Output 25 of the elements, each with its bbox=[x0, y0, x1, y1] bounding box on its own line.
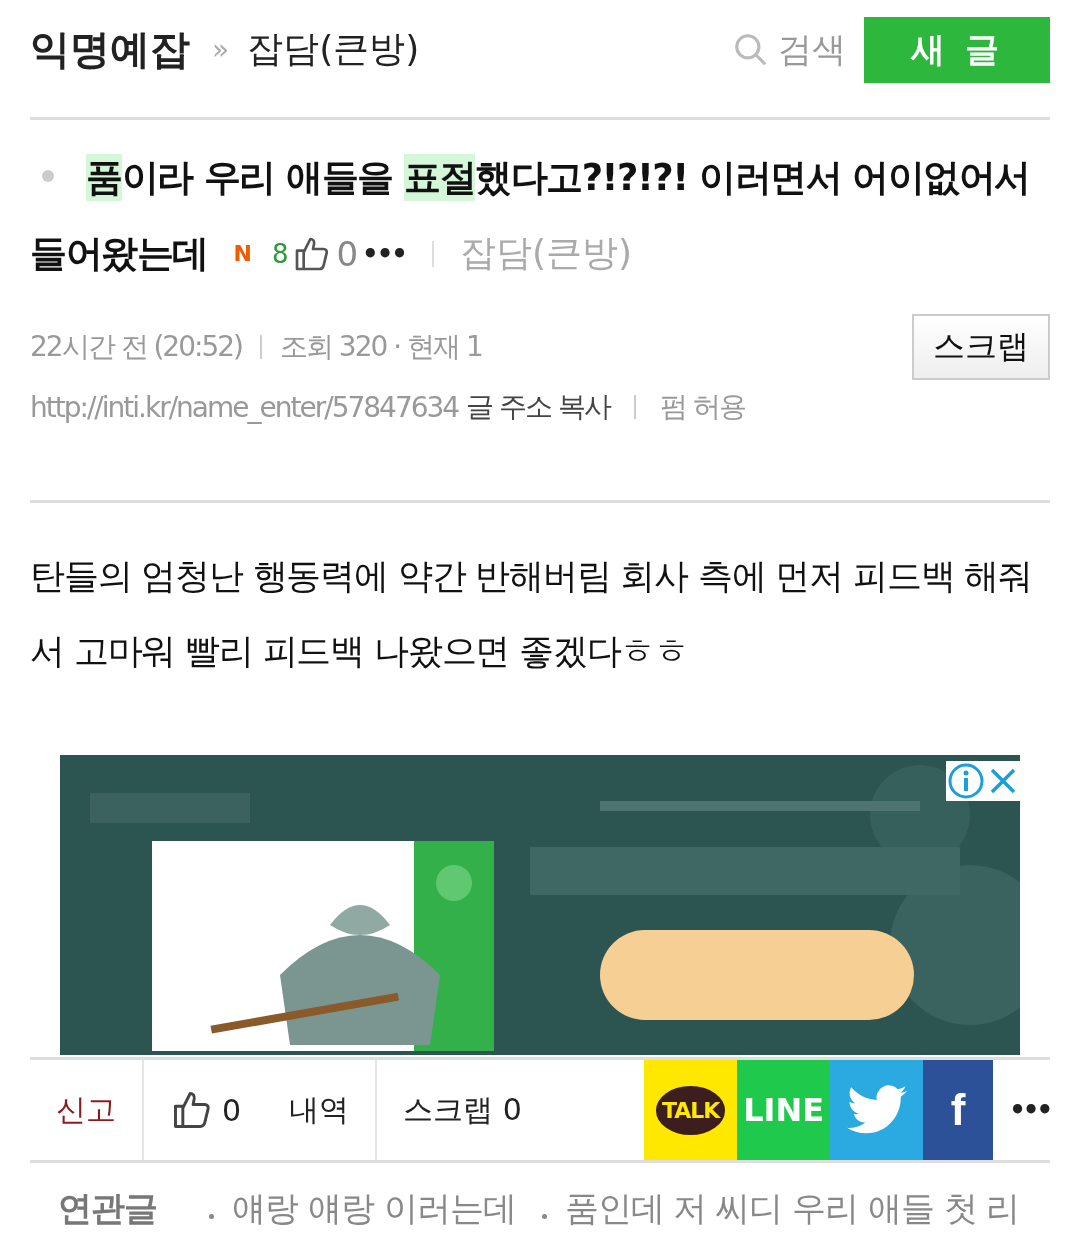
facebook-share-button[interactable]: f bbox=[923, 1060, 994, 1160]
permission-label: 펌 허용 bbox=[660, 389, 745, 425]
kakao-share-button[interactable]: TALK bbox=[655, 1085, 726, 1135]
more-button[interactable]: ••• bbox=[993, 1060, 1050, 1160]
like-count: 0 bbox=[336, 233, 359, 274]
related-post-link[interactable]: 얘랑 얘랑 이러는데 bbox=[232, 1186, 516, 1232]
post-time: 22시간 전 (20:52) bbox=[30, 329, 242, 365]
copy-link[interactable]: 글 주소 복사 bbox=[466, 388, 610, 426]
report-link[interactable]: 신고 bbox=[56, 1089, 116, 1131]
post-body: 탄들의 엄청난 행동력에 약간 반해버림 회사 측에 먼저 피드백 해줘서 고마워 빨리 피드백 나왔으면 좋겠다ㅎㅎ bbox=[30, 555, 1033, 673]
info-icon[interactable] bbox=[946, 761, 986, 801]
bird-icon[interactable] bbox=[846, 1085, 907, 1135]
scrap-button[interactable]: 스크랩 bbox=[912, 314, 1050, 380]
more-button[interactable]: ••• bbox=[362, 238, 406, 269]
breadcrumb-separator: » bbox=[212, 33, 230, 66]
comment-count[interactable]: 8 bbox=[271, 238, 289, 269]
scrap-link[interactable]: 스크랩 0 bbox=[403, 1089, 522, 1131]
board-title: 익명예잡 bbox=[30, 25, 190, 74]
view-count: 조회 320 · 현재 1 bbox=[279, 329, 482, 365]
new-label: N bbox=[233, 241, 252, 266]
like-count: 0 bbox=[222, 1092, 242, 1128]
related-post-link[interactable]: 품인데 저 씨디 우리 애들 첫 리 bbox=[564, 1186, 1020, 1232]
category-link[interactable]: 잡담(큰방) bbox=[247, 25, 420, 74]
related-label: 연관글 bbox=[58, 1187, 157, 1230]
history-link[interactable]: 내역 bbox=[289, 1089, 350, 1131]
